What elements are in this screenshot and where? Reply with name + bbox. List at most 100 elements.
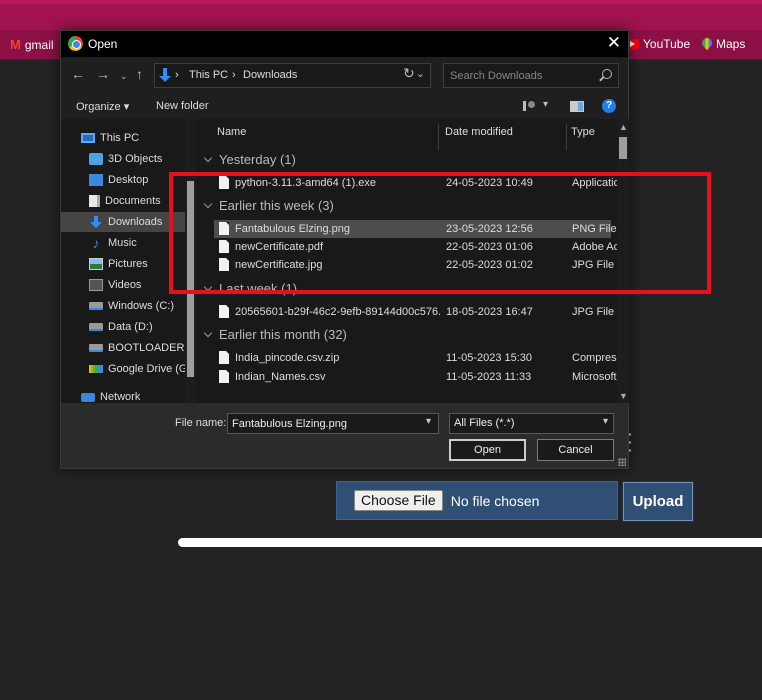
- resize-grip-icon[interactable]: [618, 458, 626, 466]
- group-header[interactable]: Last week (1): [203, 281, 298, 296]
- column-header-name[interactable]: Name: [213, 124, 439, 150]
- column-header-type[interactable]: Type: [567, 124, 617, 150]
- navigation-pane-scrollbar[interactable]: [185, 119, 196, 403]
- file-list-scrollbar[interactable]: ▲ ▼: [617, 119, 629, 403]
- file-date: 23-05-2023 12:56: [446, 223, 533, 235]
- scroll-up-icon[interactable]: ▲: [619, 122, 628, 132]
- file-type-dropdown-icon[interactable]: ▾: [603, 416, 608, 427]
- drive-icon: [89, 302, 103, 310]
- search-box[interactable]: Search Downloads: [443, 63, 619, 88]
- file-row[interactable]: newCertificate.jpg 22-05-2023 01:02 JPG …: [214, 256, 614, 274]
- file-date: 24-05-2023 10:49: [446, 177, 533, 189]
- breadcrumb-this-pc[interactable]: This PC: [189, 69, 228, 81]
- organize-button[interactable]: Organize ▾: [76, 100, 129, 113]
- this-pc-icon: [81, 133, 95, 143]
- file-row[interactable]: India_pincode.csv.zip 11-05-2023 15:30 C…: [214, 349, 618, 367]
- recent-locations-chevron-icon[interactable]: ⌄: [120, 69, 128, 83]
- nav-item-videos[interactable]: Videos: [61, 275, 185, 295]
- cancel-button[interactable]: Cancel: [537, 439, 614, 461]
- crumb-separator-icon: ›: [232, 69, 236, 81]
- new-folder-button[interactable]: New folder: [156, 100, 209, 112]
- videos-icon: [89, 279, 103, 291]
- nav-item-network[interactable]: Network: [61, 387, 185, 403]
- nav-item-data-d[interactable]: Data (D:): [61, 317, 185, 337]
- nav-item-music[interactable]: ♪ Music: [61, 233, 185, 253]
- view-dropdown-icon[interactable]: ▾: [543, 99, 548, 110]
- file-name: India_pincode.csv.zip: [235, 352, 340, 364]
- scroll-down-icon[interactable]: ▼: [619, 391, 628, 401]
- navigation-pane: This PC 3D Objects Desktop Documents Dow…: [61, 119, 199, 403]
- bookmark-maps[interactable]: Maps: [702, 37, 745, 51]
- chevron-down-icon: [203, 328, 213, 337]
- file-name: python-3.11.3-amd64 (1).exe: [235, 177, 377, 189]
- choose-file-button[interactable]: Choose File: [354, 490, 443, 511]
- view-options-icon[interactable]: [523, 101, 535, 111]
- nav-item-label: Data (D:): [108, 321, 153, 333]
- group-header[interactable]: Yesterday (1): [203, 152, 296, 167]
- scrollbar-thumb[interactable]: [187, 181, 194, 377]
- network-icon: [81, 392, 95, 402]
- scrollbar-thumb[interactable]: [619, 137, 627, 159]
- nav-item-label: Pictures: [108, 258, 148, 270]
- pictures-icon: [89, 258, 103, 270]
- open-button[interactable]: Open: [449, 439, 526, 461]
- file-name-dropdown-icon[interactable]: ▾: [426, 416, 431, 427]
- chrome-icon: [68, 36, 83, 51]
- file-name: Indian_Names.csv: [235, 371, 326, 383]
- nav-item-bootloader-e[interactable]: BOOTLOADER (E: [61, 338, 185, 358]
- bookmark-youtube[interactable]: YouTube: [625, 37, 690, 51]
- bookmark-label: YouTube: [643, 37, 691, 51]
- file-date: 22-05-2023 01:02: [446, 259, 533, 271]
- dialog-title: Open: [88, 37, 118, 51]
- back-arrow-icon[interactable]: ←: [71, 67, 85, 81]
- nav-item-3d-objects[interactable]: 3D Objects: [61, 149, 185, 169]
- nav-item-desktop[interactable]: Desktop: [61, 170, 185, 190]
- up-arrow-icon[interactable]: ↑: [136, 67, 143, 81]
- nav-item-pictures[interactable]: Pictures: [61, 254, 185, 274]
- file-date: 18-05-2023 16:47: [446, 306, 533, 318]
- help-icon[interactable]: ?: [602, 99, 616, 113]
- gmail-icon: M: [10, 37, 21, 52]
- nav-item-label: Music: [108, 237, 137, 249]
- file-icon: [219, 176, 229, 189]
- preview-pane-icon[interactable]: [570, 101, 584, 112]
- group-label: Yesterday (1): [219, 152, 296, 167]
- file-row[interactable]: 20565601-b29f-46c2-9efb-89144d00c576.j..…: [214, 303, 614, 321]
- close-icon[interactable]: ✕: [607, 34, 621, 52]
- music-icon: ♪: [92, 235, 100, 251]
- nav-item-documents[interactable]: Documents: [61, 191, 185, 211]
- group-label: Last week (1): [219, 281, 298, 296]
- nav-item-label: Documents: [105, 195, 161, 207]
- nav-item-downloads[interactable]: Downloads: [61, 212, 185, 232]
- nav-item-label: 3D Objects: [108, 153, 163, 165]
- group-header[interactable]: Earlier this month (32): [203, 327, 347, 342]
- address-dropdown-icon[interactable]: ⌄: [416, 67, 425, 80]
- file-name-label: File name:: [175, 417, 227, 429]
- file-row[interactable]: Indian_Names.csv 11-05-2023 11:33 Micros…: [214, 368, 617, 386]
- 3d-objects-icon: [89, 153, 103, 165]
- file-row[interactable]: Fantabulous Elzing.png 23-05-2023 12:56 …: [214, 220, 617, 238]
- file-type: PNG File: [572, 223, 617, 235]
- nav-item-windows-c[interactable]: Windows (C:): [61, 296, 185, 316]
- file-row[interactable]: python-3.11.3-amd64 (1).exe 24-05-2023 1…: [214, 174, 618, 192]
- breadcrumb-downloads[interactable]: Downloads: [243, 69, 297, 81]
- nav-item-this-pc[interactable]: This PC: [61, 128, 185, 148]
- column-header-date-modified[interactable]: Date modified: [441, 124, 567, 150]
- file-name: Fantabulous Elzing.png: [235, 223, 350, 235]
- file-row[interactable]: newCertificate.pdf 22-05-2023 01:06 Adob…: [214, 238, 618, 256]
- dialog-footer: File name: ▾ All Files (*.*) ▾ Open Canc…: [61, 403, 628, 468]
- nav-item-google-drive[interactable]: Google Drive (G:: [61, 359, 185, 379]
- forward-arrow-icon[interactable]: →: [96, 67, 110, 81]
- upload-button[interactable]: Upload: [622, 481, 694, 522]
- file-input[interactable]: Choose File No file chosen: [336, 481, 618, 520]
- file-type: JPG File: [572, 306, 615, 318]
- refresh-icon[interactable]: ↻: [403, 65, 415, 82]
- documents-icon: [89, 195, 100, 207]
- file-type-select[interactable]: All Files (*.*): [449, 413, 614, 434]
- upload-form: Choose File No file chosen Upload: [336, 481, 694, 522]
- bookmark-gmail[interactable]: M gmail: [10, 37, 54, 52]
- file-date: 11-05-2023 11:33: [446, 371, 532, 383]
- group-header[interactable]: Earlier this week (3): [203, 198, 334, 213]
- address-bar[interactable]: › This PC › Downloads ⌄: [154, 63, 431, 88]
- file-name-input[interactable]: [227, 413, 439, 434]
